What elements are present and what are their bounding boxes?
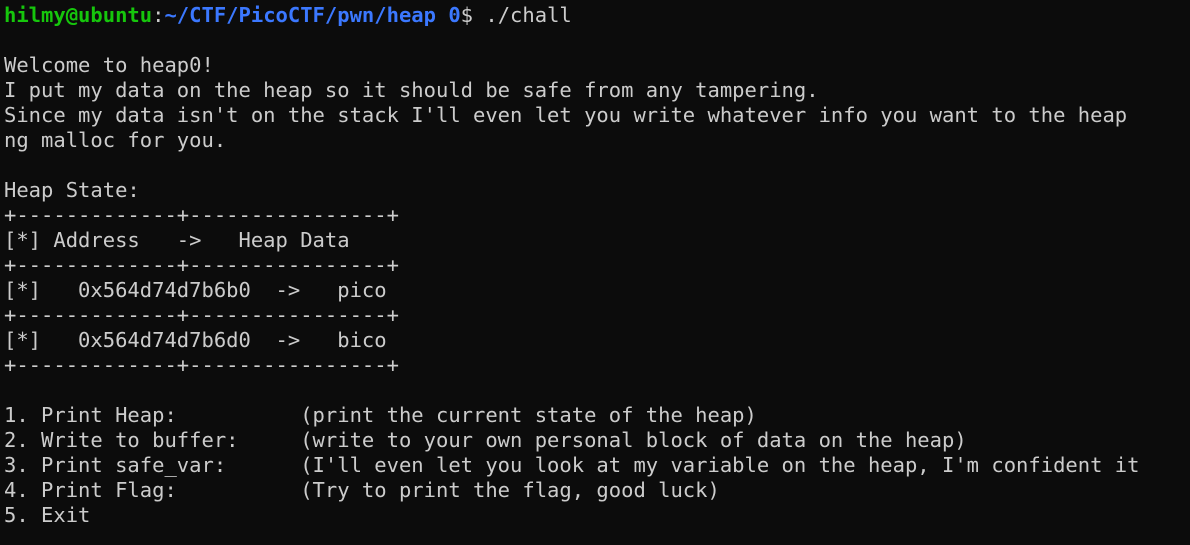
intro-line: Since my data isn't on the stack I'll ev… — [4, 103, 1128, 127]
prompt-colon: : — [152, 3, 165, 27]
table-border: +-------------+----------------+ — [4, 303, 399, 327]
table-border: +-------------+----------------+ — [4, 353, 399, 377]
menu-item-print-flag: 4. Print Flag: (Try to print the flag, g… — [4, 478, 720, 502]
prompt-command: ./chall — [473, 3, 572, 27]
menu-item-exit: 5. Exit — [4, 503, 91, 527]
intro-line: Welcome to heap0! — [4, 53, 214, 77]
table-border: +-------------+----------------+ — [4, 203, 399, 227]
menu-item-write-buffer: 2. Write to buffer: (write to your own p… — [4, 428, 967, 452]
table-border: +-------------+----------------+ — [4, 253, 399, 277]
table-header: [*] Address -> Heap Data — [4, 228, 350, 252]
heap-state-title: Heap State: — [4, 178, 140, 202]
prompt-dollar: $ — [460, 3, 474, 27]
terminal-window[interactable]: hilmy@ubuntu:~/CTF/PicoCTF/pwn/heap 0$ .… — [4, 3, 1190, 545]
prompt-user-host: hilmy@ubuntu — [4, 3, 153, 27]
table-row: [*] 0x564d74d7b6b0 -> pico — [4, 278, 387, 302]
intro-line: I put my data on the heap so it should b… — [4, 78, 819, 102]
intro-line: ng malloc for you. — [4, 128, 227, 152]
menu-item-print-heap: 1. Print Heap: (print the current state … — [4, 403, 757, 427]
table-row: [*] 0x564d74d7b6d0 -> bico — [4, 328, 387, 352]
shell-prompt-line: hilmy@ubuntu:~/CTF/PicoCTF/pwn/heap 0$ .… — [4, 3, 1190, 28]
prompt-path: ~/CTF/PicoCTF/pwn/heap 0 — [164, 3, 461, 27]
menu-item-print-safe-var: 3. Print safe_var: (I'll even let you lo… — [4, 453, 1140, 477]
